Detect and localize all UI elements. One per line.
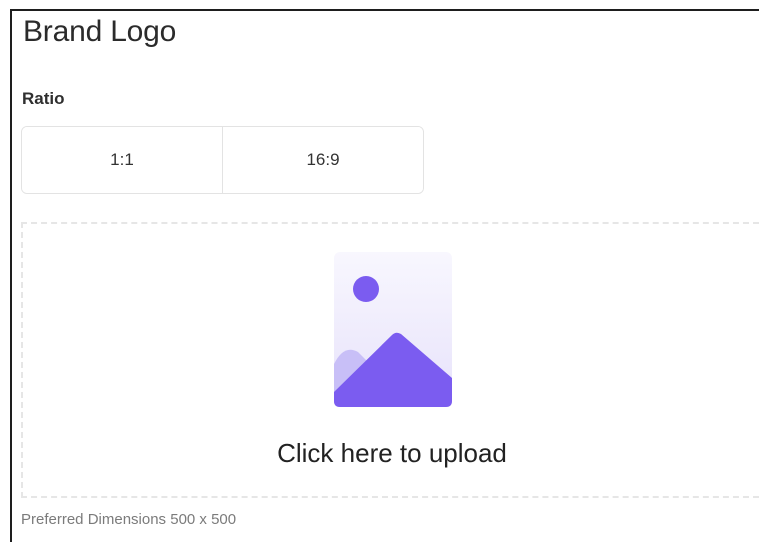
preferred-dimensions-hint: Preferred Dimensions 500 x 500 <box>21 511 237 528</box>
ratio-option-1-1[interactable]: 1:1 <box>22 127 222 193</box>
brand-logo-panel: Brand Logo Ratio 1:1 16:9 Click here to … <box>10 9 759 542</box>
ratio-toggle-group: 1:1 16:9 <box>21 126 424 194</box>
upload-cta[interactable]: Click here to upload <box>23 438 759 469</box>
upload-dropzone[interactable]: Click here to upload <box>21 222 759 498</box>
ratio-label: Ratio <box>22 89 65 108</box>
image-placeholder-icon <box>334 252 452 407</box>
section-title: Brand Logo <box>23 15 177 48</box>
ratio-option-16-9[interactable]: 16:9 <box>222 127 423 193</box>
